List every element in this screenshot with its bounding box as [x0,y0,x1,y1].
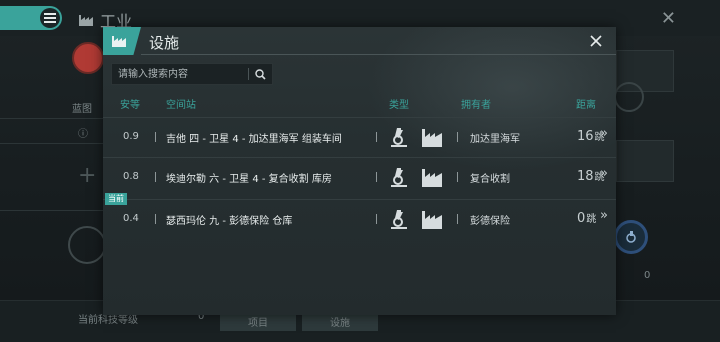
row-separator [155,172,156,182]
factory-icon [112,36,126,47]
blueprint-slot-icon[interactable] [72,42,104,74]
close-icon[interactable] [586,31,606,51]
row-separator [457,132,458,142]
row-separator [376,214,377,224]
dialog-header-divider [141,54,616,55]
row-security: 0.9 [123,131,139,142]
dialog-header: 设施 [103,27,616,55]
row-separator [155,132,156,142]
row-security: 0.4 [123,213,139,224]
research-slot-icon[interactable] [614,220,648,254]
background-right-value: 0 [644,270,651,281]
row-station: 埃迪尔勒 六 - 卫星 4 - 复合收割 库房 [166,174,332,185]
background-divider [0,118,104,119]
menu-icon [40,8,60,28]
row-separator [376,172,377,182]
microscope-icon [389,166,409,192]
blocked-icon [68,226,106,264]
background-divider [0,143,104,144]
row-owner: 复合收割 [470,174,510,185]
column-security[interactable]: 安等 [120,96,140,111]
main-menu-button[interactable] [0,6,62,30]
add-icon[interactable]: + [78,163,96,188]
table-header: 安等 空间站 类型 拥有者 距离 [103,93,616,111]
search-box [111,63,273,85]
search-input[interactable] [112,67,248,81]
factory-icon [421,208,443,234]
table-row[interactable]: 当前 0.4 瑟西玛伦 九 - 彭德保险 仓库 彭德保险 0跳 » [103,193,616,238]
table-row[interactable]: 0.8 埃迪尔勒 六 - 卫星 4 - 复合收割 库房 复合收割 18跳 » [103,157,616,196]
row-separator [457,214,458,224]
row-station: 瑟西玛伦 九 - 彭德保险 仓库 [166,216,293,227]
column-distance[interactable]: 距离 [576,96,596,111]
blocked-icon [614,82,644,112]
microscope-icon [389,126,409,152]
row-security: 0.8 [123,171,139,182]
background-divider [0,210,104,211]
row-owner: 加达里海军 [470,134,520,145]
double-chevron-right-icon[interactable]: » [600,166,608,181]
row-station: 吉他 四 - 卫星 4 - 加达里海军 组装车间 [166,134,342,145]
row-separator [376,132,377,142]
column-station[interactable]: 空间站 [166,96,196,111]
dialog-title: 设施 [149,34,180,52]
background-left-label: 蓝图 [72,104,92,115]
row-owner: 彭德保险 [470,216,510,227]
column-type[interactable]: 类型 [389,96,409,111]
background-right-panel [616,140,674,182]
background-close-icon[interactable]: ✕ [661,8,676,29]
row-jumps: 0跳 [577,211,597,226]
background-info-icon: ⓘ [78,129,88,140]
background-facilities-button[interactable]: 设施 [302,313,378,331]
row-separator [155,214,156,224]
double-chevron-right-icon[interactable]: » [600,126,608,141]
factory-icon [421,126,443,152]
current-location-badge: 当前 [105,193,127,205]
row-separator [457,172,458,182]
facilities-dialog: 设施 安等 空间站 类型 拥有者 距离 0.9 吉他 四 - 卫星 4 - 加达… [103,27,616,315]
factory-icon [421,166,443,192]
double-chevron-right-icon[interactable]: » [600,208,608,223]
column-owner[interactable]: 拥有者 [461,96,491,111]
factory-icon [79,15,93,26]
search-icon[interactable] [249,68,271,80]
table-row[interactable]: 0.9 吉他 四 - 卫星 4 - 加达里海军 组装车间 加达里海军 16跳 » [103,117,616,156]
microscope-icon [389,208,409,234]
background-projects-button[interactable]: 项目 [220,313,296,331]
dialog-icon-tab [103,27,141,55]
